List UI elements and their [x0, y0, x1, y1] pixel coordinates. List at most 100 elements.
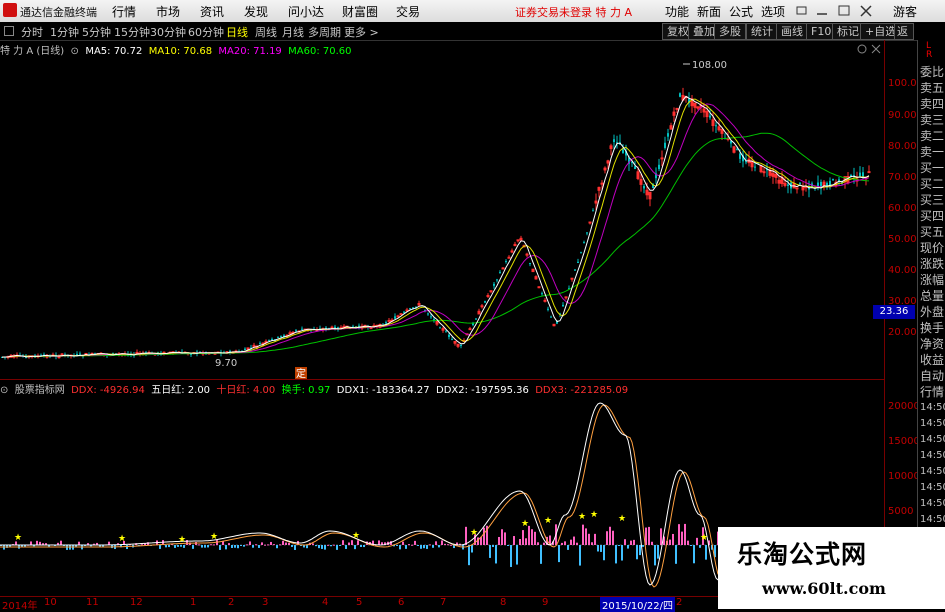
side-panel-item[interactable]: 委比 [920, 64, 944, 80]
menu-jiaoyi[interactable]: 交易 [396, 3, 420, 20]
ddx-bar [423, 545, 425, 549]
candle-body [430, 316, 432, 318]
ddx-bar [399, 545, 401, 550]
period-1min[interactable]: 1分钟 [50, 24, 79, 40]
ddx-bar [246, 544, 248, 546]
period-monthly[interactable]: 月线 [282, 24, 304, 40]
side-panel-item[interactable]: 14:50 [920, 448, 945, 464]
candle-body [252, 344, 256, 347]
ddx-bar [201, 545, 203, 548]
period-30min[interactable]: 30分钟 [150, 24, 186, 40]
indicator-chart[interactable]: ★ ★ ★ ★ ★ ★ ★ ★ ★ ★ ★ ★ [0, 395, 720, 595]
back-button[interactable]: 返回 [894, 23, 914, 40]
formula-button[interactable]: 公式 [729, 3, 753, 20]
close-icon[interactable] [871, 44, 881, 54]
side-panel-item[interactable]: 净资 [920, 336, 944, 352]
date-tick: 1 [190, 597, 197, 608]
ddx-bar [522, 530, 524, 545]
signal-star: ★ [178, 535, 186, 545]
ddx-bar [612, 530, 614, 545]
ddx-bar [261, 542, 263, 545]
price-tick: 40.00 [888, 265, 917, 276]
ddx-bar [435, 541, 437, 545]
side-panel-item[interactable]: 总量 [920, 288, 944, 304]
price-tick: 70.00 [888, 172, 917, 183]
menu-hangqing[interactable]: 行情 [112, 3, 136, 20]
period-more[interactable]: 更多 > [344, 24, 379, 40]
ddx-bar [339, 545, 341, 546]
options-button[interactable]: 选项 [761, 3, 785, 20]
ind-tick: 15000 [888, 436, 920, 447]
restore-icon[interactable] [796, 6, 807, 15]
period-15min[interactable]: 15分钟 [114, 24, 150, 40]
ddx-bar [510, 545, 512, 567]
side-panel-item[interactable]: 换手 [920, 320, 944, 336]
side-panel-item[interactable]: 14:50 [920, 416, 945, 432]
function-button[interactable]: 功能 [665, 3, 689, 20]
ddx-bar [198, 544, 200, 546]
side-panel-item[interactable]: 外盘 [920, 304, 944, 320]
side-panel-item[interactable]: 收益 [920, 352, 944, 368]
close-icon[interactable] [860, 5, 872, 17]
panel-toggle[interactable]: LR [926, 42, 932, 60]
ddx-bar [237, 545, 239, 549]
side-panel-item[interactable]: 买一 [920, 160, 944, 176]
period-weekly[interactable]: 周线 [255, 24, 277, 40]
draw-button[interactable]: 画线 [776, 23, 808, 40]
ddx-bar [579, 545, 581, 566]
side-panel-item[interactable]: 行情 [920, 384, 944, 400]
period-5min[interactable]: 5分钟 [82, 24, 111, 40]
side-panel-item[interactable]: 14:50 [920, 464, 945, 480]
menu-caifuquan[interactable]: 财富圈 [342, 3, 378, 20]
side-panel-item[interactable]: 自动 [920, 368, 944, 384]
side-panel-item[interactable]: 买四 [920, 208, 944, 224]
menu-zixun[interactable]: 资讯 [200, 3, 224, 20]
ddx-bar [396, 545, 398, 546]
side-panel-item[interactable]: 卖四 [920, 96, 944, 112]
side-panel-item[interactable]: 14:50 [920, 512, 945, 528]
side-panel-item[interactable]: 卖三 [920, 112, 944, 128]
ddx-bar [360, 545, 362, 547]
ddx-bar [288, 542, 290, 545]
menu-faxian[interactable]: 发现 [244, 3, 268, 20]
period-daily[interactable]: 日线 [226, 24, 248, 40]
period-fenshi[interactable]: 分时 [21, 24, 43, 40]
period-multi[interactable]: 多周期 [308, 24, 341, 40]
ddx-bar [534, 531, 536, 545]
side-panel-item[interactable]: 买三 [920, 192, 944, 208]
maximize-icon[interactable] [838, 5, 850, 16]
side-panel-item[interactable]: 涨跌 [920, 256, 944, 272]
ddx-bar [465, 526, 467, 545]
ddx-bar [588, 533, 590, 545]
side-panel-item[interactable]: 14:50 [920, 480, 945, 496]
side-panel-item[interactable]: 买五 [920, 224, 944, 240]
period-60min[interactable]: 60分钟 [188, 24, 224, 40]
stats-button[interactable]: 统计 [746, 23, 778, 40]
side-panel-item[interactable]: 卖二 [920, 128, 944, 144]
ddx-bar [405, 545, 407, 549]
multi-stock-button[interactable]: 多股 [714, 23, 746, 40]
candle-body [795, 187, 799, 190]
ddx-bar [621, 545, 623, 561]
side-panel-item[interactable]: 涨幅 [920, 272, 944, 288]
candle-body [399, 313, 403, 316]
ddx-bar [594, 533, 596, 545]
side-panel-item[interactable]: 14:50 [920, 432, 945, 448]
candle-body [658, 164, 660, 170]
side-panel-item[interactable]: 卖五 [920, 80, 944, 96]
side-panel-item[interactable]: 卖一 [920, 144, 944, 160]
side-panel-item[interactable]: 买二 [920, 176, 944, 192]
settings-icon[interactable] [857, 44, 867, 54]
ddx-bar [432, 545, 434, 548]
date-axis: 2014年 10 11 12 1 2 3 4 5 6 7 8 9 2015/10… [0, 596, 720, 612]
toggle-icon[interactable] [4, 26, 14, 36]
guest-button[interactable]: 游客 [893, 3, 917, 20]
menu-wenxiaoda[interactable]: 问小达 [288, 3, 324, 20]
side-panel-item[interactable]: 现价 [920, 240, 944, 256]
candle-body [600, 182, 604, 185]
side-panel-item[interactable]: 14:50 [920, 400, 945, 416]
new-page-button[interactable]: 新面 [697, 3, 721, 20]
price-chart[interactable]: 108.00 9.70 定 [0, 56, 886, 382]
menu-shichang[interactable]: 市场 [156, 3, 180, 20]
side-panel-item[interactable]: 14:50 [920, 496, 945, 512]
